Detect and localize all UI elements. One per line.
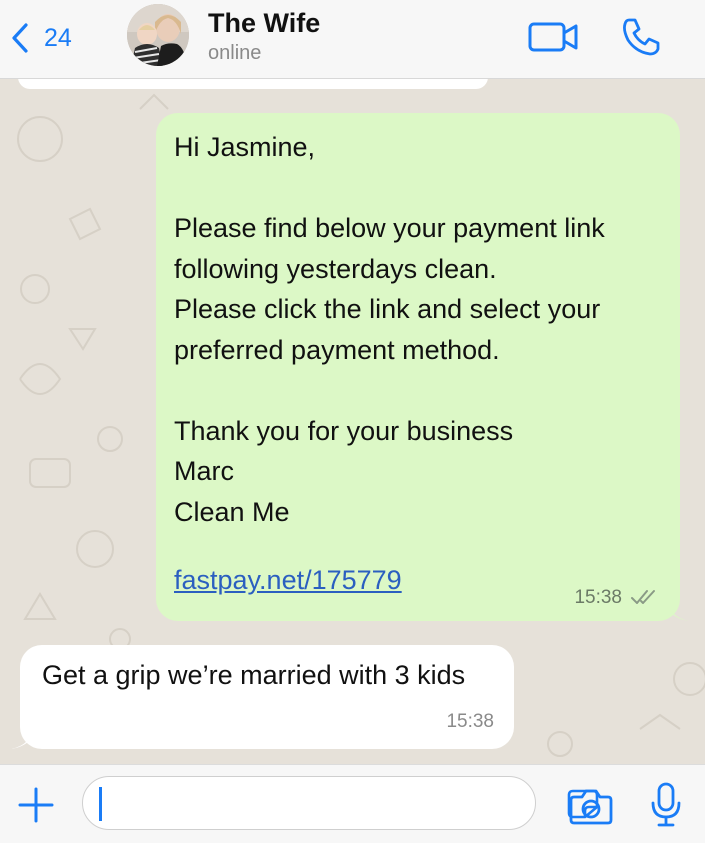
- outgoing-message[interactable]: Hi Jasmine, Please find below your payme…: [156, 113, 689, 621]
- bubble-tail: [11, 727, 33, 749]
- plus-icon[interactable]: [16, 785, 56, 825]
- text-caret: [99, 787, 102, 821]
- chat-area[interactable]: Hi Jasmine, Please find below your payme…: [0, 79, 705, 764]
- message-text: Get a grip we’re married with 3 kids: [42, 660, 466, 690]
- bubble-tail: [667, 599, 689, 621]
- phone-icon[interactable]: [620, 16, 662, 58]
- avatar[interactable]: [127, 4, 189, 66]
- previous-message-bubble: [18, 79, 488, 89]
- chat-header: 24 The Wife online: [0, 0, 705, 79]
- message-time: 15:38: [574, 587, 622, 608]
- payment-link[interactable]: fastpay.net/175779: [174, 565, 402, 596]
- unread-count: 24: [44, 23, 72, 52]
- video-camera-icon[interactable]: [528, 20, 580, 54]
- back-button[interactable]: 24: [10, 18, 72, 58]
- double-check-icon: [631, 590, 655, 604]
- message-time: 15:38: [446, 711, 494, 732]
- camera-icon[interactable]: [568, 785, 614, 827]
- contact-status: online: [208, 42, 262, 64]
- chevron-left-icon: [12, 23, 28, 53]
- input-bar: [0, 764, 705, 843]
- contact-name[interactable]: The Wife: [208, 8, 320, 39]
- incoming-message[interactable]: Get a grip we’re married with 3 kids 15:…: [11, 645, 514, 749]
- message-input[interactable]: [82, 776, 599, 830]
- message-text: Hi Jasmine, Please find below your payme…: [174, 132, 605, 527]
- microphone-icon[interactable]: [648, 781, 684, 829]
